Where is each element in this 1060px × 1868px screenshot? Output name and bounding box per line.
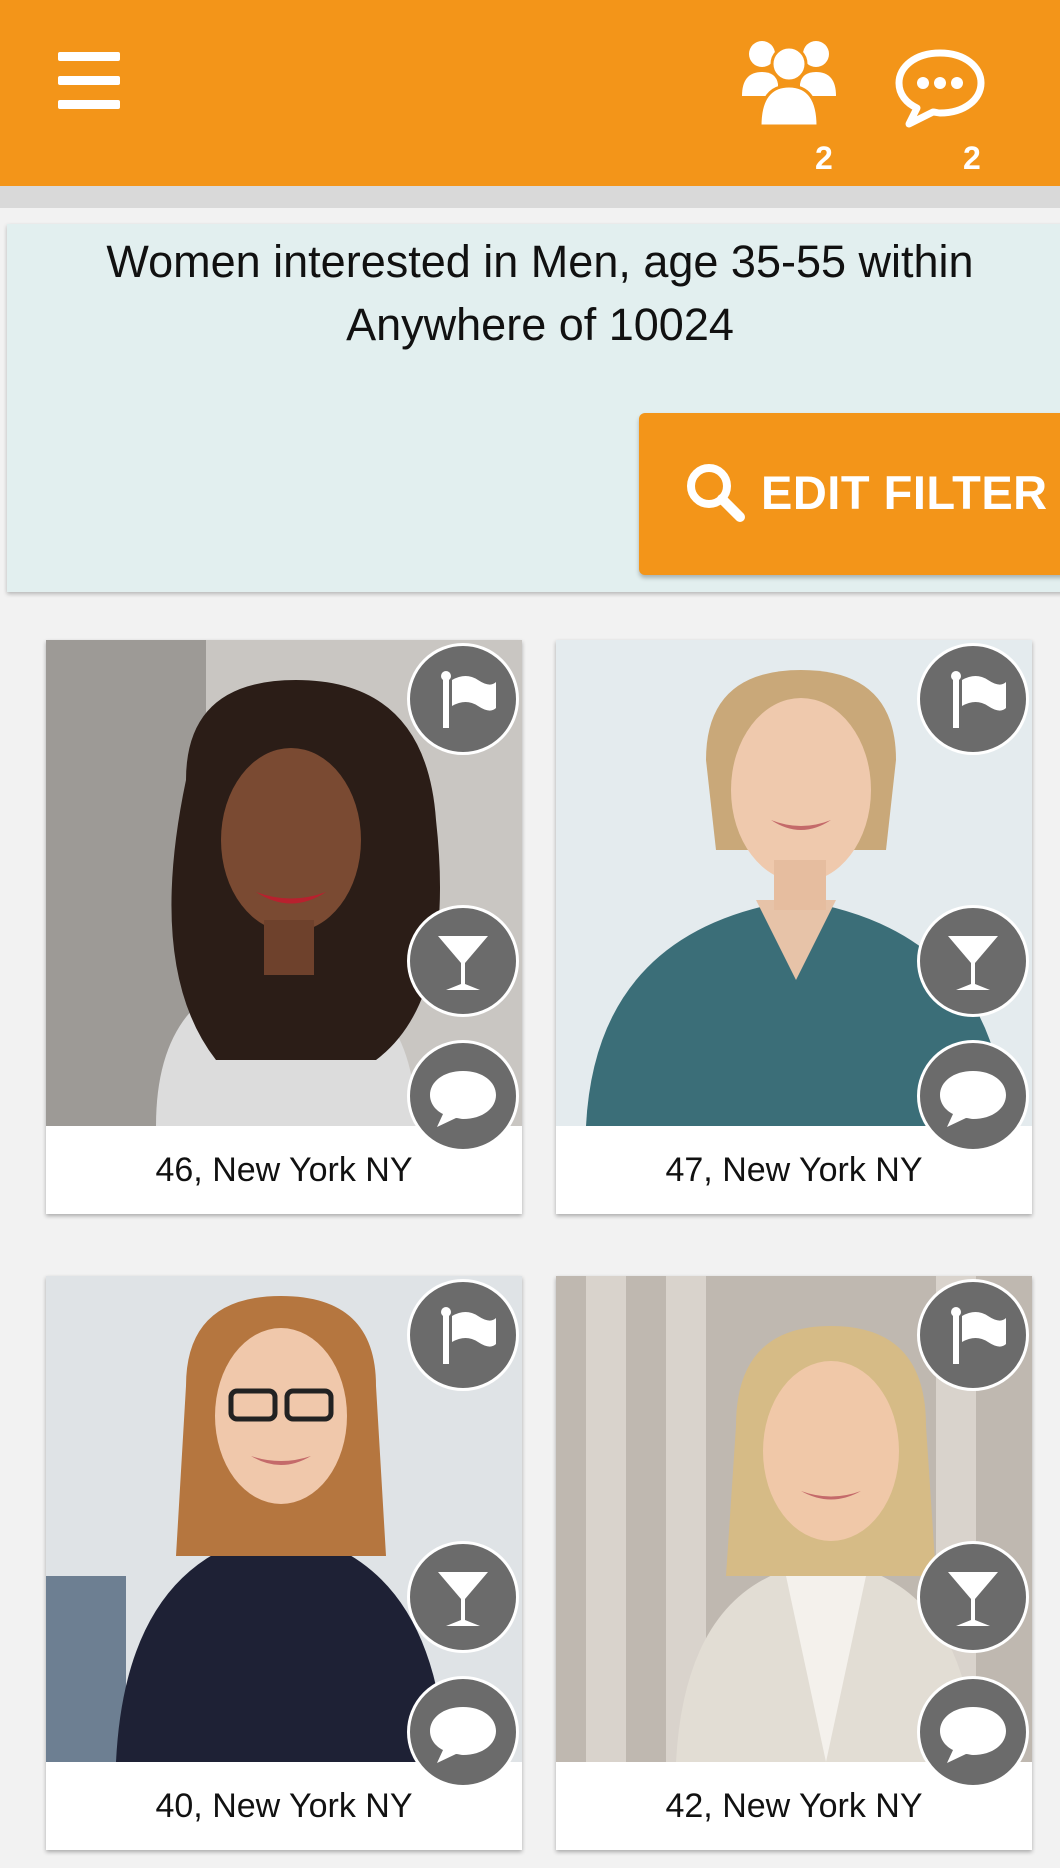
cocktail-glass-icon[interactable] xyxy=(917,1541,1029,1653)
flag-icon[interactable] xyxy=(917,643,1029,755)
cocktail-glass-icon[interactable] xyxy=(407,905,519,1017)
profile-card[interactable]: 47, New York NY xyxy=(556,640,1032,1214)
hamburger-menu-icon[interactable] xyxy=(54,50,124,112)
profile-card[interactable]: 42, New York NY xyxy=(556,1276,1032,1850)
chat-bubble-icon[interactable] xyxy=(893,48,987,128)
people-count-badge: 2 xyxy=(815,140,833,176)
profile-card[interactable]: 40, New York NY xyxy=(46,1276,522,1850)
flag-icon[interactable] xyxy=(407,1279,519,1391)
people-group-icon[interactable] xyxy=(740,34,838,128)
edit-filter-button[interactable]: EDIT FILTER xyxy=(639,413,1060,575)
flag-icon[interactable] xyxy=(407,643,519,755)
speech-bubble-icon[interactable] xyxy=(917,1040,1029,1152)
search-icon xyxy=(684,461,746,528)
filter-description: Women interested in Men, age 35-55 withi… xyxy=(106,236,974,350)
edit-filter-label: EDIT FILTER xyxy=(761,466,1048,519)
chat-count-badge: 2 xyxy=(963,140,981,176)
profile-card[interactable]: 46, New York NY xyxy=(46,640,522,1214)
flag-icon[interactable] xyxy=(917,1279,1029,1391)
speech-bubble-icon[interactable] xyxy=(407,1040,519,1152)
header-divider xyxy=(0,186,1060,208)
cocktail-glass-icon[interactable] xyxy=(917,905,1029,1017)
speech-bubble-icon[interactable] xyxy=(917,1676,1029,1788)
cocktail-glass-icon[interactable] xyxy=(407,1541,519,1653)
speech-bubble-icon[interactable] xyxy=(407,1676,519,1788)
